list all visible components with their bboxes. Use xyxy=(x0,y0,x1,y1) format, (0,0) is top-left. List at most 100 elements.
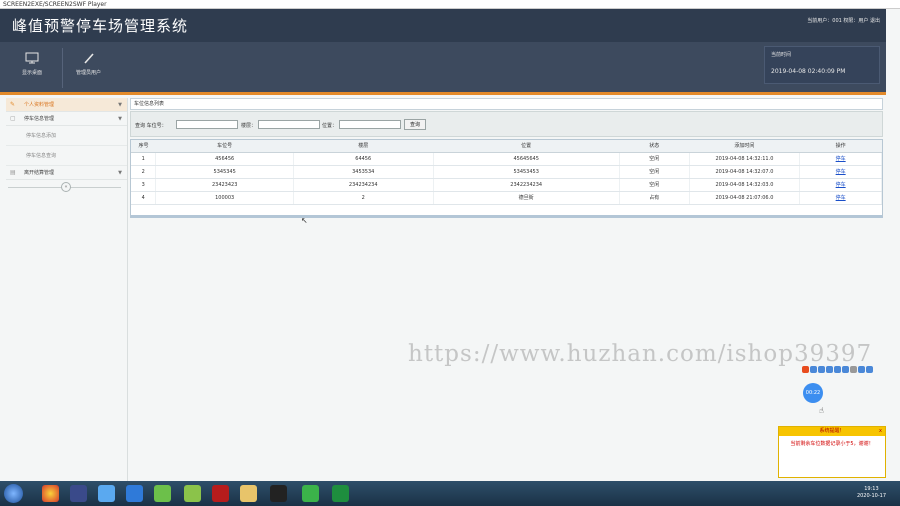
app-icon[interactable] xyxy=(850,366,857,373)
spot-number-label: 查询 车位号： xyxy=(135,123,167,129)
sidebar-collapse: « xyxy=(6,180,127,194)
sidebar-item-parking[interactable]: ▢ 停车信息管理 ▼ xyxy=(6,112,127,126)
spot-number-input[interactable] xyxy=(176,120,238,129)
hand-cursor-icon: ☝ xyxy=(819,406,824,415)
cell-time: 2019-04-08 14:32:11.0 xyxy=(689,152,801,166)
app-window: 峰值预警停车场管理系统 当前用户：001 权限：用户 退出 显示桌面 管理员用户… xyxy=(0,9,886,481)
cell-spot: 456456 xyxy=(155,152,294,166)
current-time-label: 当前时间 xyxy=(771,52,792,58)
park-link[interactable]: 停车 xyxy=(799,178,882,192)
cell-position: 53453453 xyxy=(433,165,620,179)
sidebar-item-profile[interactable]: ✎ 个人资料管理 ▼ xyxy=(6,98,127,112)
caret-down-icon: ▼ xyxy=(118,102,122,108)
system-alert-popup: 系统提醒！ x 当前剩余车位数据记录小于5，谢谢！ xyxy=(778,426,886,478)
park-link[interactable]: 停车 xyxy=(799,191,882,205)
close-icon[interactable]: x xyxy=(879,427,882,436)
col-header-spot: 车位号 xyxy=(155,140,294,153)
cell-spot: 5345345 xyxy=(155,165,294,179)
caret-down-icon: ▼ xyxy=(118,116,122,122)
app-icon[interactable] xyxy=(866,366,873,373)
grid-icon: ▤ xyxy=(10,169,16,176)
cell-index: 2 xyxy=(131,165,157,179)
sidebar-item-checkout[interactable]: ▤ 离开结算管理 ▼ xyxy=(6,166,127,180)
folder-icon[interactable] xyxy=(240,485,257,502)
park-link[interactable]: 停车 xyxy=(799,165,882,179)
cell-time: 2019-04-08 14:32:07.0 xyxy=(689,165,801,179)
windows-taskbar: 19:13 2020-10-17 xyxy=(0,481,900,506)
sidebar-subitem-add[interactable]: 停车信息添加 xyxy=(6,126,127,146)
floor-input[interactable] xyxy=(258,120,320,129)
app-icon[interactable] xyxy=(98,485,115,502)
top-toolbar: 显示桌面 管理员用户 当前时间 2019-04-08 02:40:09 PM xyxy=(0,42,886,92)
show-desktop-button[interactable]: 显示桌面 xyxy=(6,48,58,88)
cell-status: 空闲 xyxy=(619,165,690,179)
col-header-status: 状态 xyxy=(619,140,690,153)
sidebar-item-label: 个人资料管理 xyxy=(24,102,55,108)
caret-down-icon: ▼ xyxy=(118,170,122,176)
cell-floor: 234234234 xyxy=(293,178,434,192)
player-titlebar: SCREEN2EXE/SCREEN2SWF Player xyxy=(0,0,900,9)
table-row: 3 23423423 234234234 2342234234 空闲 2019-… xyxy=(131,178,882,192)
cell-time: 2019-04-08 21:07:06.0 xyxy=(689,191,801,205)
cell-position: 2342234234 xyxy=(433,178,620,192)
col-header-action: 操作 xyxy=(799,140,882,153)
cell-position: 45645645 xyxy=(433,152,620,166)
col-header-time: 添加时间 xyxy=(689,140,800,153)
app-icon[interactable] xyxy=(332,485,349,502)
app-icon[interactable] xyxy=(810,366,817,373)
collapse-icon[interactable]: « xyxy=(61,182,71,192)
app-icon[interactable] xyxy=(154,485,171,502)
cell-index: 4 xyxy=(131,191,157,205)
app-icon[interactable] xyxy=(834,366,841,373)
app-icon[interactable] xyxy=(126,485,143,502)
admin-user-label: 管理员用户 xyxy=(75,70,101,76)
admin-user-button[interactable]: 管理员用户 xyxy=(62,48,114,88)
search-bar: 查询 车位号： 楼层： 位置： 查询 xyxy=(130,111,883,137)
app-icon[interactable] xyxy=(184,485,201,502)
col-header-position: 位置 xyxy=(433,140,620,153)
wechat-icon[interactable] xyxy=(302,485,319,502)
chrome-icon[interactable] xyxy=(42,485,59,502)
header-divider xyxy=(0,92,886,95)
cell-time: 2019-04-08 14:32:03.0 xyxy=(689,178,801,192)
search-button[interactable]: 查询 xyxy=(404,119,426,130)
cell-floor: 64456 xyxy=(293,152,434,166)
sidebar-subitem-query[interactable]: 停车信息查询 xyxy=(6,146,127,166)
current-time-value: 2019-04-08 02:40:09 PM xyxy=(771,68,846,75)
flash-icon[interactable] xyxy=(212,485,229,502)
app-icon[interactable] xyxy=(818,366,825,373)
vertical-scrollbar[interactable] xyxy=(886,9,900,481)
monitor-icon xyxy=(25,52,39,64)
app-icon[interactable] xyxy=(858,366,865,373)
start-button[interactable] xyxy=(4,484,23,503)
clock-date: 2020-10-17 xyxy=(856,493,886,499)
main-content: 车位信息列表 查询 车位号： 楼层： 位置： 查询 序号 车位号 楼层 位置 状… xyxy=(130,98,883,218)
position-input[interactable] xyxy=(339,120,401,129)
taskbar-clock[interactable]: 19:13 2020-10-17 xyxy=(857,486,886,500)
park-link[interactable]: 停车 xyxy=(799,152,882,166)
user-info[interactable]: 当前用户：001 权限：用户 退出 xyxy=(807,17,880,24)
app-icon[interactable] xyxy=(70,485,87,502)
cell-floor: 3453534 xyxy=(293,165,434,179)
qq-icon[interactable] xyxy=(270,485,287,502)
recording-timer-bubble[interactable]: 00:22 xyxy=(803,383,823,403)
clock-time: 19:13 xyxy=(864,486,879,492)
col-header-index: 序号 xyxy=(131,140,156,153)
panel-title: 车位信息列表 xyxy=(130,98,883,110)
alert-message: 当前剩余车位数据记录小于5，谢谢！ xyxy=(790,441,874,447)
pencil-icon: ✎ xyxy=(10,101,16,108)
cell-status: 空闲 xyxy=(619,152,690,166)
alert-title: 系统提醒！ xyxy=(819,428,845,434)
alert-header: 系统提醒！ x xyxy=(779,427,885,436)
cell-floor: 2 xyxy=(293,191,434,205)
pencil-icon xyxy=(83,53,94,64)
cell-position: 德旦街 xyxy=(433,191,620,205)
parking-table: 序号 车位号 楼层 位置 状态 添加时间 操作 1 456456 64456 4 xyxy=(130,139,883,218)
floating-tool-strip xyxy=(802,364,886,376)
col-header-floor: 楼层 xyxy=(293,140,433,153)
app-icon[interactable] xyxy=(802,366,809,373)
app-icon[interactable] xyxy=(826,366,833,373)
app-icon[interactable] xyxy=(842,366,849,373)
position-label: 位置： xyxy=(322,123,338,129)
mouse-cursor-icon: ↖ xyxy=(301,216,308,225)
